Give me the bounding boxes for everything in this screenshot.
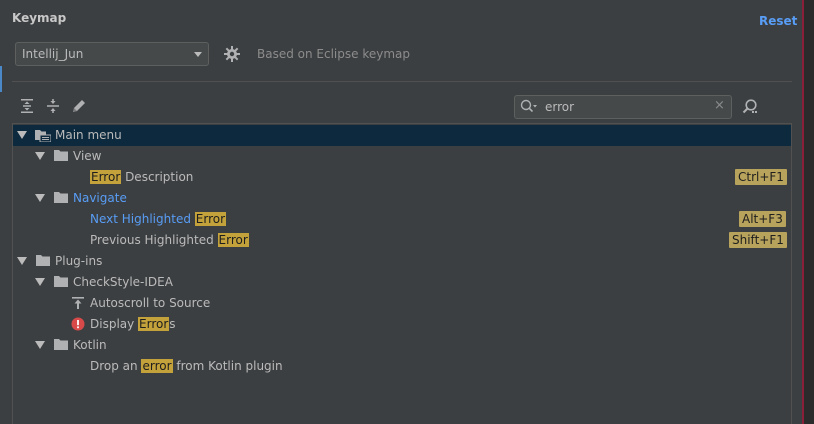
tree-node-checkstyle[interactable]: CheckStyle-IDEA [13, 272, 791, 293]
search-highlight: Error [217, 233, 249, 247]
tree-label: Kotlin [73, 338, 107, 352]
folder-icon [54, 339, 68, 350]
keymap-tree[interactable]: Main menu View Error Description Ctrl+F1… [12, 123, 792, 424]
find-by-shortcut-icon[interactable] [741, 98, 759, 116]
search-field[interactable]: error × [514, 95, 732, 119]
label-text: Drop an [90, 359, 142, 373]
action-autoscroll-to-source[interactable]: Autoscroll to Source [13, 293, 791, 314]
tree-node-kotlin[interactable]: Kotlin [13, 335, 791, 356]
folder-icon [54, 150, 68, 161]
tree-label: Main menu [55, 128, 122, 142]
label-text: Next Highlighted [90, 212, 195, 226]
expand-triangle-icon[interactable] [35, 278, 45, 286]
action-label: Previous Highlighted Error [90, 233, 249, 247]
label-text: Description [121, 170, 194, 184]
tree-node-plugins[interactable]: Plug-ins [13, 251, 791, 272]
divider [12, 81, 792, 82]
search-highlight: Error [90, 170, 122, 184]
expand-triangle-icon[interactable] [35, 194, 45, 202]
tree-node-navigate[interactable]: Navigate [13, 188, 791, 209]
shortcut-badge: Shift+F1 [729, 232, 787, 248]
shortcut-badge: Alt+F3 [739, 211, 786, 227]
action-label: Next Highlighted Error [90, 212, 227, 226]
page-title: Keymap [12, 11, 67, 25]
tree-label: Plug-ins [55, 254, 103, 268]
folder-icon [36, 255, 50, 266]
keymap-select-value: Intellij_Jun [22, 47, 84, 61]
action-label: Error Description [90, 170, 193, 184]
search-highlight: Error [138, 317, 170, 331]
action-previous-highlighted-error[interactable]: Previous Highlighted Error Shift+F1 [13, 230, 791, 251]
folder-icon [54, 192, 68, 203]
tree-label: View [73, 149, 102, 163]
expand-all-icon[interactable] [19, 98, 35, 114]
tree-node-view[interactable]: View [13, 146, 791, 167]
tree-node-main-menu[interactable]: Main menu [13, 125, 791, 146]
search-icon[interactable] [520, 99, 538, 115]
action-error-description[interactable]: Error Description Ctrl+F1 [13, 167, 791, 188]
expand-triangle-icon[interactable] [35, 341, 45, 349]
search-highlight: error [141, 359, 173, 373]
chevron-down-icon [194, 52, 202, 57]
action-label: Autoscroll to Source [90, 296, 211, 310]
tree-label: CheckStyle-IDEA [73, 275, 173, 289]
selection-marker [0, 66, 2, 92]
reset-link[interactable]: Reset [759, 14, 797, 28]
folder-icon [54, 276, 68, 287]
search-input[interactable]: error [545, 100, 574, 114]
right-edge-strip [802, 0, 814, 424]
collapse-all-icon[interactable] [45, 98, 61, 114]
expand-triangle-icon[interactable] [17, 257, 27, 265]
action-label: Display Errors [90, 317, 176, 331]
search-highlight: Error [194, 212, 227, 226]
error-icon [71, 317, 85, 331]
main-menu-icon [35, 130, 51, 142]
label-text: Display [90, 317, 139, 331]
gear-icon[interactable] [223, 45, 241, 63]
expand-triangle-icon[interactable] [35, 152, 45, 160]
edit-icon[interactable] [71, 98, 87, 114]
tree-label: Navigate [73, 191, 127, 205]
expand-triangle-icon[interactable] [17, 131, 27, 139]
label-text: s [169, 317, 176, 331]
based-on-label: Based on Eclipse keymap [257, 47, 410, 61]
clear-icon[interactable]: × [714, 98, 725, 113]
shortcut-badge: Ctrl+F1 [735, 169, 787, 185]
autoscroll-icon [72, 297, 84, 309]
action-next-highlighted-error[interactable]: Next Highlighted Error Alt+F3 [13, 209, 791, 230]
action-display-errors[interactable]: Display Errors [13, 314, 791, 335]
label-text: Previous Highlighted [90, 233, 218, 247]
keymap-select[interactable]: Intellij_Jun [15, 42, 209, 66]
action-label: Drop an error from Kotlin plugin [90, 359, 283, 373]
label-text: from Kotlin plugin [172, 359, 283, 373]
action-drop-error-kotlin[interactable]: Drop an error from Kotlin plugin [13, 356, 791, 377]
